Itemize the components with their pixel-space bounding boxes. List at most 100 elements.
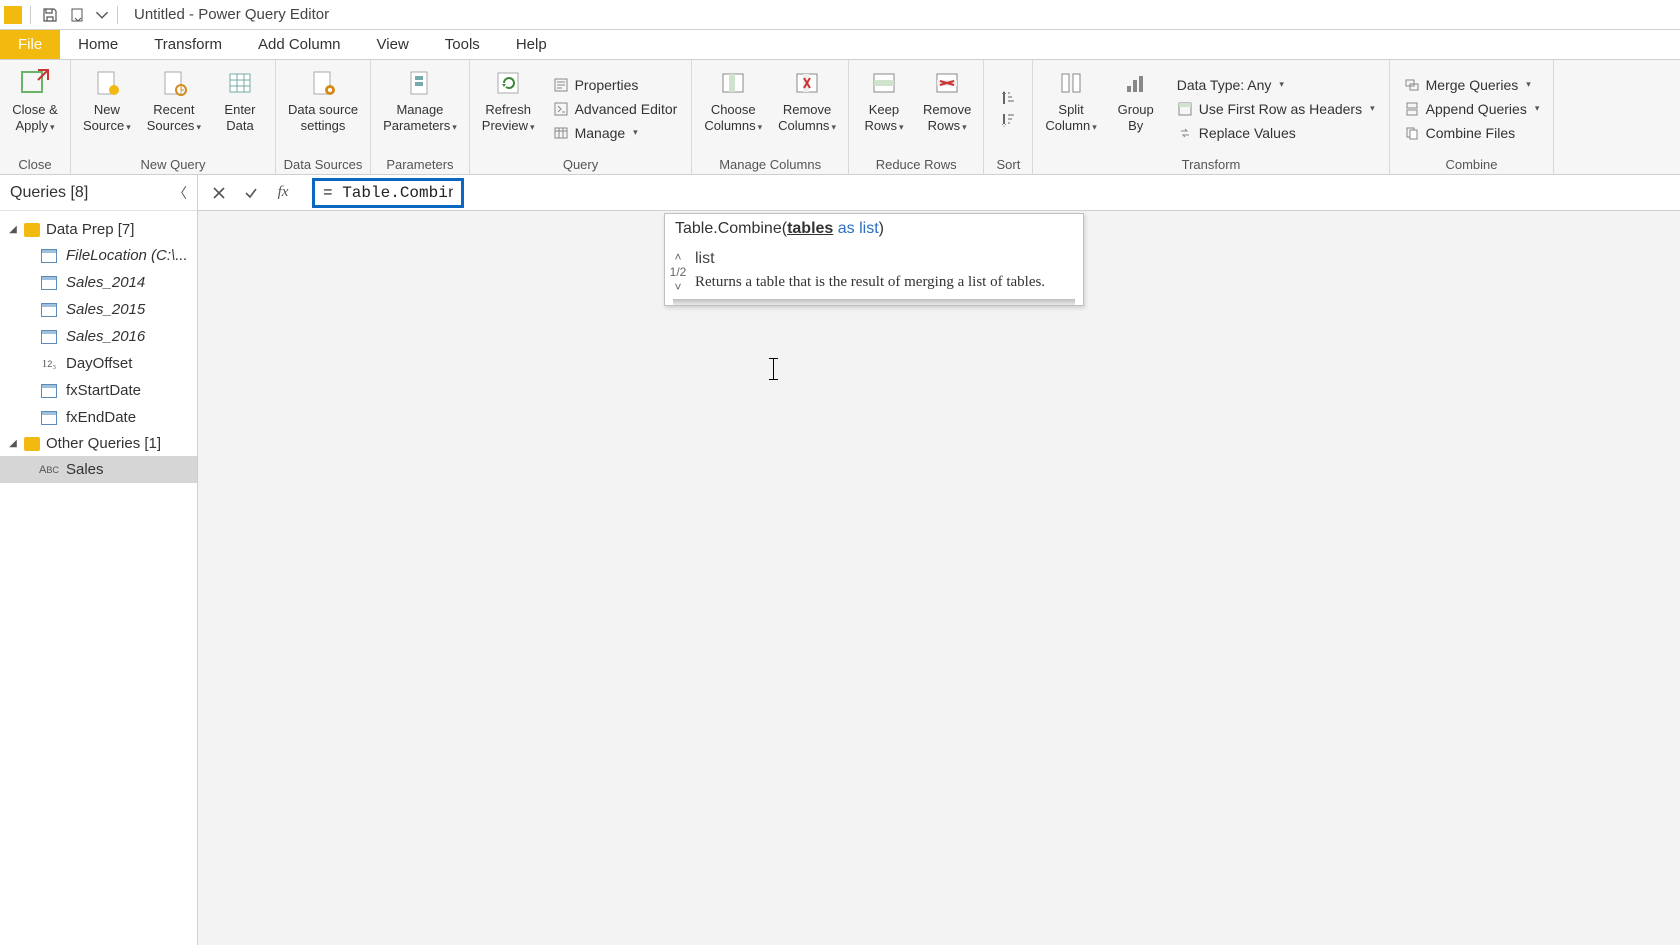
group-by-button[interactable]: Group By xyxy=(1107,62,1165,155)
tooltip-signature: Table.Combine(tables as list) xyxy=(665,214,1083,244)
replace-values-icon xyxy=(1177,125,1193,141)
first-row-headers-button[interactable]: Use First Row as Headers▾ xyxy=(1173,99,1379,119)
intellisense-tooltip: Table.Combine(tables as list) ˄ 1/2 ˅ li… xyxy=(664,213,1084,306)
advanced-editor-button[interactable]: Advanced Editor xyxy=(549,99,682,119)
append-queries-label: Append Queries xyxy=(1426,101,1527,117)
combine-files-button[interactable]: Combine Files xyxy=(1400,123,1544,143)
ribbon-group-close: Close & Apply▾ Close xyxy=(0,60,71,174)
replace-values-label: Replace Values xyxy=(1199,125,1296,141)
tab-file[interactable]: File xyxy=(0,30,60,59)
ribbon-group-manage-columns: Choose Columns▾ Remove Columns▾ Manage C… xyxy=(692,60,849,174)
nav-down-icon[interactable]: ˅ xyxy=(674,280,681,294)
text-icon: ABC xyxy=(40,462,58,478)
merge-queries-button[interactable]: Merge Queries▾ xyxy=(1400,75,1544,95)
advanced-editor-label: Advanced Editor xyxy=(575,101,678,117)
ribbon-group-combine: Merge Queries▾ Append Queries▾ Combine F… xyxy=(1390,60,1555,174)
split-column-label: Split Column xyxy=(1045,102,1090,133)
manage-label: Manage xyxy=(575,125,626,141)
query-item[interactable]: Sales_2015 xyxy=(0,296,197,323)
tab-transform[interactable]: Transform xyxy=(136,30,240,59)
formula-area: fx Table.Combine(tables as list) ˄ 1/2 ˅… xyxy=(198,175,1680,945)
app-icon xyxy=(4,6,22,24)
ribbon: Close & Apply▾ Close New Source▾ Recent … xyxy=(0,60,1680,175)
nav-up-icon[interactable]: ˄ xyxy=(674,250,681,264)
qat-customize-caret-icon[interactable] xyxy=(95,4,109,26)
remove-rows-button[interactable]: Remove Rows▾ xyxy=(917,62,977,155)
fx-icon[interactable]: fx xyxy=(272,182,294,204)
manage-button[interactable]: Manage▾ xyxy=(549,123,682,143)
ribbon-group-data-sources: Data source settings Data Sources xyxy=(276,60,371,174)
properties-label: Properties xyxy=(575,77,639,93)
expand-icon: ◢ xyxy=(8,438,18,449)
recent-sources-button[interactable]: Recent Sources▾ xyxy=(141,62,207,155)
keep-rows-button[interactable]: Keep Rows▾ xyxy=(855,62,913,155)
sort-asc-button[interactable] xyxy=(998,88,1018,108)
query-item[interactable]: ABCSales xyxy=(0,456,197,483)
query-item[interactable]: 12₃DayOffset xyxy=(0,350,197,377)
split-column-button[interactable]: Split Column▾ xyxy=(1039,62,1102,155)
queries-title: Queries [8] xyxy=(10,184,88,202)
tab-tools[interactable]: Tools xyxy=(427,30,498,59)
table-icon xyxy=(40,329,58,345)
keep-rows-icon xyxy=(867,66,901,100)
table-icon xyxy=(40,302,58,318)
enter-data-icon xyxy=(223,66,257,100)
tab-help[interactable]: Help xyxy=(498,30,565,59)
data-source-settings-button[interactable]: Data source settings xyxy=(282,62,364,155)
nav-count: 1/2 xyxy=(670,265,687,279)
cancel-formula-icon[interactable] xyxy=(208,182,230,204)
query-item[interactable]: Sales_2016 xyxy=(0,323,197,350)
group-parameters-label: Parameters xyxy=(371,157,469,174)
folder-label: Data Prep [7] xyxy=(46,221,134,238)
remove-columns-button[interactable]: Remove Columns▾ xyxy=(772,62,842,155)
tooltip-overload-nav[interactable]: ˄ 1/2 ˅ xyxy=(665,244,691,299)
new-source-button[interactable]: New Source▾ xyxy=(77,62,137,155)
sort-desc-button[interactable] xyxy=(998,110,1018,130)
save-icon[interactable] xyxy=(39,4,61,26)
enter-data-button[interactable]: Enter Data xyxy=(211,62,269,155)
query-item[interactable]: fxEndDate xyxy=(0,404,197,431)
replace-values-button[interactable]: Replace Values xyxy=(1173,123,1379,143)
body: Queries [8] 〈 ◢Data Prep [7]FileLocation… xyxy=(0,175,1680,945)
ribbon-group-parameters: Manage Parameters▾ Parameters xyxy=(371,60,470,174)
choose-columns-button[interactable]: Choose Columns▾ xyxy=(698,62,768,155)
sig-type: list xyxy=(859,220,879,237)
query-item[interactable]: FileLocation (C:\... xyxy=(0,242,197,269)
queries-folder[interactable]: ◢Data Prep [7] xyxy=(0,217,197,242)
preview-canvas xyxy=(198,211,1680,945)
formula-input[interactable] xyxy=(323,184,453,202)
close-and-apply-button[interactable]: Close & Apply▾ xyxy=(6,62,64,155)
new-source-label: New Source xyxy=(83,102,124,133)
refresh-preview-button[interactable]: Refresh Preview▾ xyxy=(476,62,541,155)
remove-rows-icon xyxy=(930,66,964,100)
folder-icon xyxy=(24,437,40,451)
tab-add-column[interactable]: Add Column xyxy=(240,30,359,59)
tab-view[interactable]: View xyxy=(359,30,427,59)
query-item-label: fxEndDate xyxy=(66,409,136,426)
collapse-queries-icon[interactable]: 〈 xyxy=(173,183,187,203)
group-reduce-rows-label: Reduce Rows xyxy=(849,157,983,174)
commit-formula-icon[interactable] xyxy=(240,182,262,204)
query-item-label: DayOffset xyxy=(66,355,132,372)
query-item[interactable]: Sales_2014 xyxy=(0,269,197,296)
tooltip-shadow xyxy=(673,299,1075,305)
group-combine-label: Combine xyxy=(1390,157,1554,174)
window-title: Untitled - Power Query Editor xyxy=(134,6,329,23)
combine-files-label: Combine Files xyxy=(1426,125,1515,141)
qat-dropdown-icon[interactable] xyxy=(67,4,89,26)
query-item[interactable]: fxStartDate xyxy=(0,377,197,404)
queries-folder[interactable]: ◢Other Queries [1] xyxy=(0,431,197,456)
query-item-label: Sales_2015 xyxy=(66,301,145,318)
query-item-label: Sales_2014 xyxy=(66,274,145,291)
group-sort-label: Sort xyxy=(984,157,1032,174)
group-close-label: Close xyxy=(0,157,70,174)
ribbon-group-transform: Split Column▾ Group By Data Type: Any▾ U… xyxy=(1033,60,1389,174)
data-type-button[interactable]: Data Type: Any▾ xyxy=(1173,75,1379,95)
append-queries-button[interactable]: Append Queries▾ xyxy=(1400,99,1544,119)
properties-button[interactable]: Properties xyxy=(549,75,682,95)
manage-parameters-icon xyxy=(403,66,437,100)
group-data-sources-label: Data Sources xyxy=(276,157,370,174)
tab-home[interactable]: Home xyxy=(60,30,136,59)
ribbon-group-new-query: New Source▾ Recent Sources▾ Enter Data N… xyxy=(71,60,276,174)
manage-parameters-button[interactable]: Manage Parameters▾ xyxy=(377,62,463,155)
